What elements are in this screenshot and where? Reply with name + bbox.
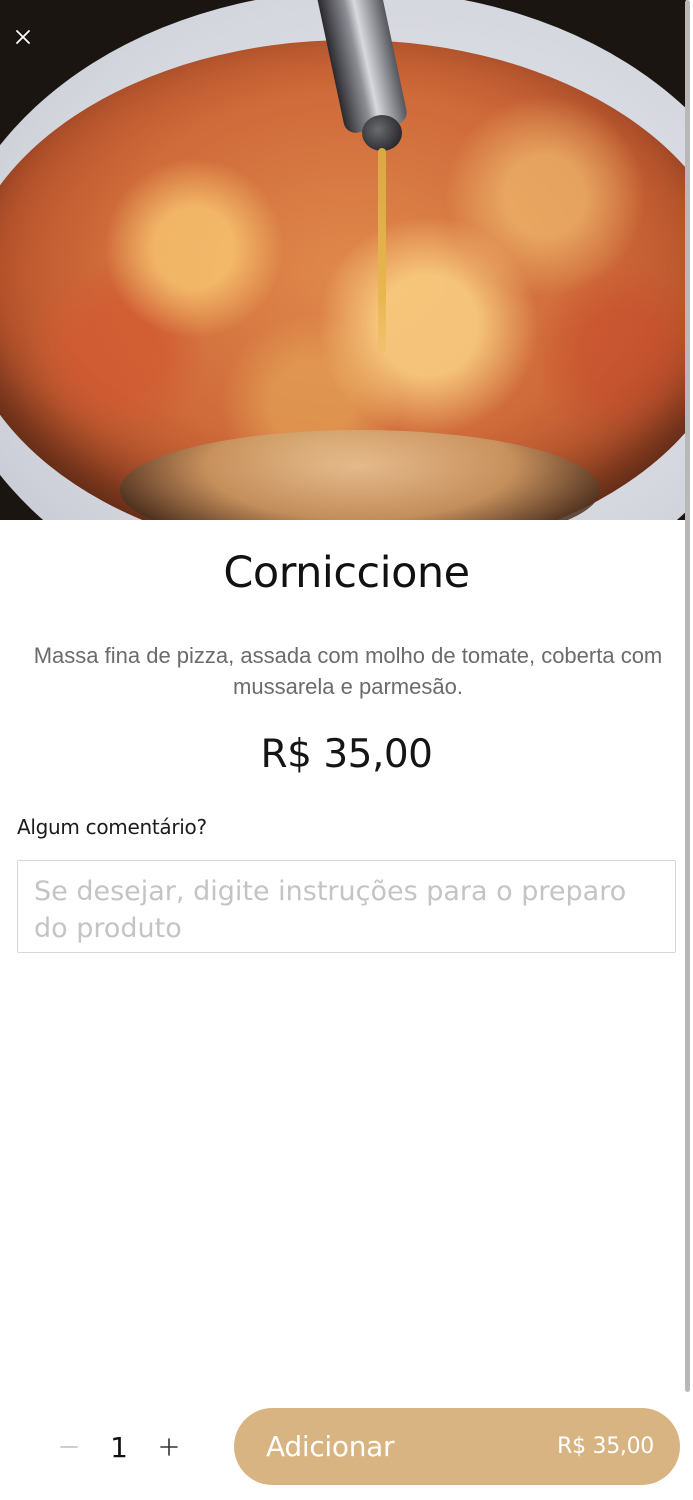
oil-bottle-tip-shape — [362, 115, 402, 151]
close-icon — [16, 30, 30, 44]
increase-quantity-button[interactable] — [152, 1430, 186, 1464]
add-button-label: Adicionar — [266, 1430, 395, 1463]
add-button-total: R$ 35,00 — [557, 1434, 654, 1459]
decrease-quantity-button[interactable] — [52, 1430, 86, 1464]
add-to-cart-button[interactable]: Adicionar R$ 35,00 — [234, 1408, 680, 1485]
oil-stream-shape — [378, 148, 386, 353]
product-image — [0, 0, 686, 520]
comment-input[interactable] — [17, 860, 676, 953]
product-detail-page: Corniccione Massa fina de pizza, assada … — [0, 0, 693, 1500]
product-description: Massa fina de pizza, assada com molho de… — [33, 643, 663, 699]
minus-icon — [60, 1446, 78, 1448]
plus-icon — [160, 1438, 178, 1456]
product-title: Corniccione — [223, 548, 470, 598]
scrollbar[interactable] — [685, 0, 690, 1392]
quantity-value: 1 — [110, 1430, 128, 1464]
quantity-stepper: 1 — [52, 1418, 186, 1476]
product-price: R$ 35,00 — [260, 732, 433, 777]
comment-label: Algum comentário? — [17, 815, 207, 839]
close-button[interactable] — [8, 22, 38, 52]
